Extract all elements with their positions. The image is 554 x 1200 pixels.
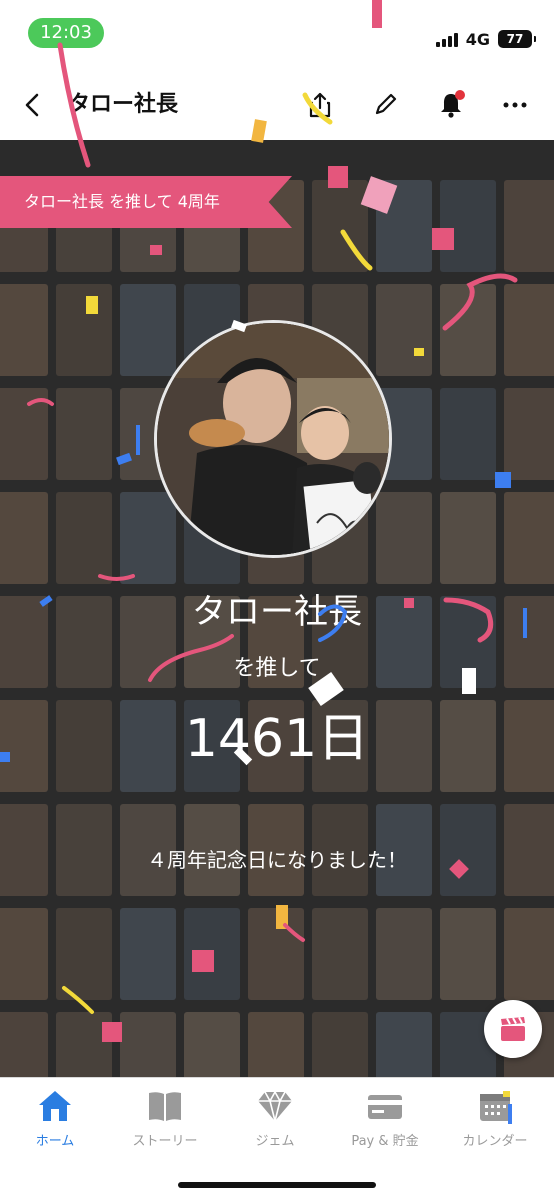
bell-icon[interactable] [436, 90, 466, 120]
edit-pencil-icon[interactable] [370, 90, 400, 120]
tab-home-label: ホーム [35, 1134, 75, 1149]
movie-create-button[interactable] [484, 1000, 542, 1058]
gem-icon [258, 1090, 292, 1122]
home-icon [39, 1091, 71, 1121]
tab-calendar-label: カレンダー [462, 1134, 528, 1149]
tab-pay[interactable]: Pay & 貯金 [330, 1088, 440, 1158]
tab-story-label: ストーリー [132, 1134, 198, 1149]
oshi-subtitle: を推して [233, 656, 321, 681]
app-header: タロー社長 [0, 70, 554, 140]
battery-icon: 77 [498, 30, 536, 48]
home-indicator [178, 1182, 376, 1188]
more-icon[interactable] [500, 90, 530, 120]
movie-clapper-icon [501, 1017, 525, 1041]
tab-calendar[interactable]: カレンダー [440, 1088, 550, 1158]
network-type: 4G [465, 29, 490, 49]
days-count: 1461日 [184, 709, 370, 769]
anniversary-message: ４周年記念日になりました！ [147, 848, 407, 872]
signal-icon [435, 31, 458, 47]
oshi-name: タロー社長 [192, 592, 362, 632]
tab-pay-label: Pay & 貯金 [351, 1134, 419, 1149]
tab-home[interactable]: ホーム [0, 1088, 110, 1158]
calendar-icon [480, 1091, 512, 1124]
status-bar: 12:03 4G 77 [0, 0, 554, 70]
tab-story[interactable]: ストーリー [110, 1088, 220, 1158]
battery-level: 77 [506, 32, 524, 46]
card-icon [368, 1095, 402, 1119]
tab-gem-label: ジェム [255, 1134, 295, 1149]
anniversary-screen: タロー社長 を推して 4周年 タロー社長 を推して 1461日 ４周年記念日にな… [0, 140, 554, 1077]
status-time: 12:03 [28, 18, 104, 48]
oshi-photo [154, 320, 392, 558]
page-title: タロー社長 [68, 92, 179, 117]
tab-gem[interactable]: ジェム [220, 1088, 330, 1158]
status-indicators: 4G 77 [435, 28, 536, 50]
back-icon[interactable] [18, 90, 48, 120]
anniversary-banner: タロー社長 を推して 4周年 [0, 176, 292, 228]
share-icon[interactable] [305, 90, 335, 120]
story-book-icon [149, 1092, 181, 1121]
